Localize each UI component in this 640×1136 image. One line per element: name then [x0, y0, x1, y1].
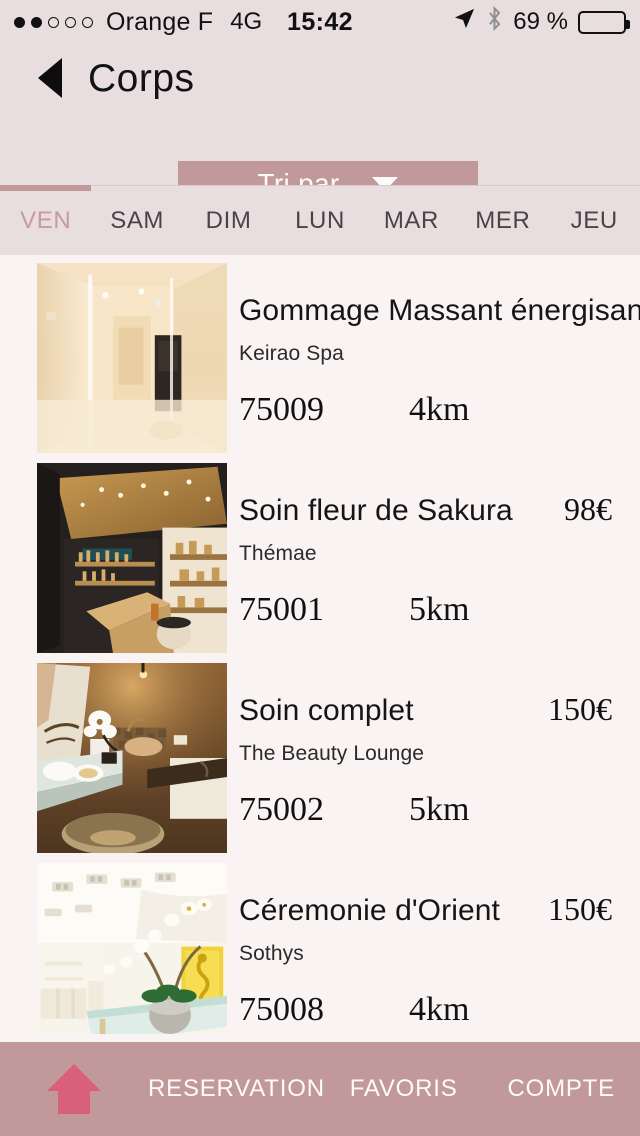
treatment-thumbnail	[37, 263, 227, 453]
treatment-postal-code: 75002	[239, 791, 324, 828]
signal-strength-dots	[14, 16, 93, 28]
treatment-title: Gommage Massant énergisant	[239, 294, 640, 327]
treatment-distance: 4km	[409, 391, 470, 428]
treatment-details: Gommage Massant énergisant98€ Keirao Spa 7…	[227, 263, 640, 455]
tab-compte[interactable]: COMPTE	[482, 1075, 640, 1103]
day-tab-jeu[interactable]: JEU	[549, 207, 640, 235]
treatment-title-row: Soin complet 150€	[239, 691, 612, 728]
bluetooth-icon	[486, 5, 503, 38]
treatment-title: Céremonie d'Orient	[239, 894, 500, 927]
treatment-price: 150€	[548, 691, 612, 727]
treatment-distance: 4km	[409, 991, 470, 1028]
treatment-meta: 75001 5km	[239, 591, 612, 629]
treatment-brand: The Beauty Lounge	[239, 742, 425, 765]
home-icon	[43, 1060, 105, 1118]
treatment-brand: Sothys	[239, 942, 304, 965]
status-bar-left: Orange F 4G	[14, 8, 262, 37]
treatment-title: Soin fleur de Sakura	[239, 494, 513, 527]
tab-home[interactable]	[0, 1060, 148, 1118]
bottom-tab-bar: RESERVATION FAVORIS COMPTE	[0, 1042, 640, 1136]
treatment-details: Soin complet 150€ The Beauty Lounge 75002 5k…	[227, 663, 640, 855]
day-tab-ven[interactable]: VEN	[0, 207, 91, 235]
day-tab-bar: VEN SAM DIM LUN MAR MER JEU	[0, 185, 640, 255]
navigation-row: Corps	[0, 44, 640, 98]
treatment-meta: 75009 4km	[239, 391, 640, 429]
day-tab-sam[interactable]: SAM	[91, 207, 182, 235]
battery-icon	[578, 10, 630, 34]
signal-dot-1	[14, 16, 25, 28]
treatment-postal-code: 75001	[239, 591, 324, 628]
carrier-name: Orange F	[106, 7, 214, 36]
treatment-price: 150€	[548, 891, 612, 927]
back-triangle-icon[interactable]	[38, 58, 62, 98]
app-screen: Orange F 4G 15:42 69 % Corps Tri par VEN…	[0, 0, 640, 1136]
list-item[interactable]: Gommage Massant énergisant98€ Keirao Spa 7…	[0, 255, 640, 455]
treatment-distance: 5km	[409, 791, 470, 828]
treatment-list[interactable]: Gommage Massant énergisant98€Keirao Spa7…	[0, 255, 640, 1034]
treatment-thumbnail	[37, 663, 227, 853]
signal-dot-5	[82, 16, 93, 28]
tab-favoris[interactable]: FAVORIS	[325, 1075, 483, 1103]
location-arrow-icon	[453, 7, 476, 37]
treatment-thumbnail	[37, 463, 227, 653]
treatment-brand: Keirao Spa	[239, 342, 344, 365]
treatment-details: Céremonie d'Orient 150€ Sothys 75008 4km	[227, 863, 640, 1034]
signal-dot-2	[31, 16, 42, 28]
treatment-brand: Thémae	[239, 542, 317, 565]
list-item[interactable]: Soin fleur de Sakura 98€ Thémae 75001 5km	[0, 455, 640, 655]
day-tab-mar[interactable]: MAR	[366, 207, 457, 235]
network-type: 4G	[230, 8, 263, 35]
treatment-postal-code: 75008	[239, 991, 324, 1028]
day-tab-dim[interactable]: DIM	[183, 207, 274, 235]
treatment-meta: 75008 4km	[239, 991, 612, 1029]
treatment-title-row: Céremonie d'Orient 150€	[239, 891, 612, 928]
treatment-postal-code: 75009	[239, 391, 324, 428]
day-tabs-list: VEN SAM DIM LUN MAR MER JEU	[0, 186, 640, 255]
active-tab-indicator	[0, 185, 91, 191]
status-bar-right: 69 %	[453, 5, 630, 38]
page-title: Corps	[88, 56, 195, 100]
signal-dot-3	[48, 16, 59, 28]
list-item[interactable]: Céremonie d'Orient 150€ Sothys 75008 4km	[0, 855, 640, 1034]
treatment-title-row: Gommage Massant énergisant98€	[239, 291, 640, 328]
day-tab-mer[interactable]: MER	[457, 207, 548, 235]
treatment-details: Soin fleur de Sakura 98€ Thémae 75001 5km	[227, 463, 640, 655]
tab-reservation[interactable]: RESERVATION	[148, 1075, 325, 1103]
list-item[interactable]: Soin complet 150€ The Beauty Lounge 75002 5k…	[0, 655, 640, 855]
treatment-meta: 75002 5km	[239, 791, 612, 829]
day-tab-lun[interactable]: LUN	[274, 207, 365, 235]
status-bar: Orange F 4G 15:42 69 %	[0, 0, 640, 44]
signal-dot-4	[65, 16, 76, 28]
treatment-price: 98€	[564, 491, 612, 527]
battery-percent-label: 69 %	[513, 8, 568, 35]
treatment-title-row: Soin fleur de Sakura 98€	[239, 491, 612, 528]
treatment-distance: 5km	[409, 591, 470, 628]
treatment-title: Soin complet	[239, 694, 414, 727]
treatment-thumbnail	[37, 863, 227, 1034]
page-header: Corps Tri par	[0, 44, 640, 207]
